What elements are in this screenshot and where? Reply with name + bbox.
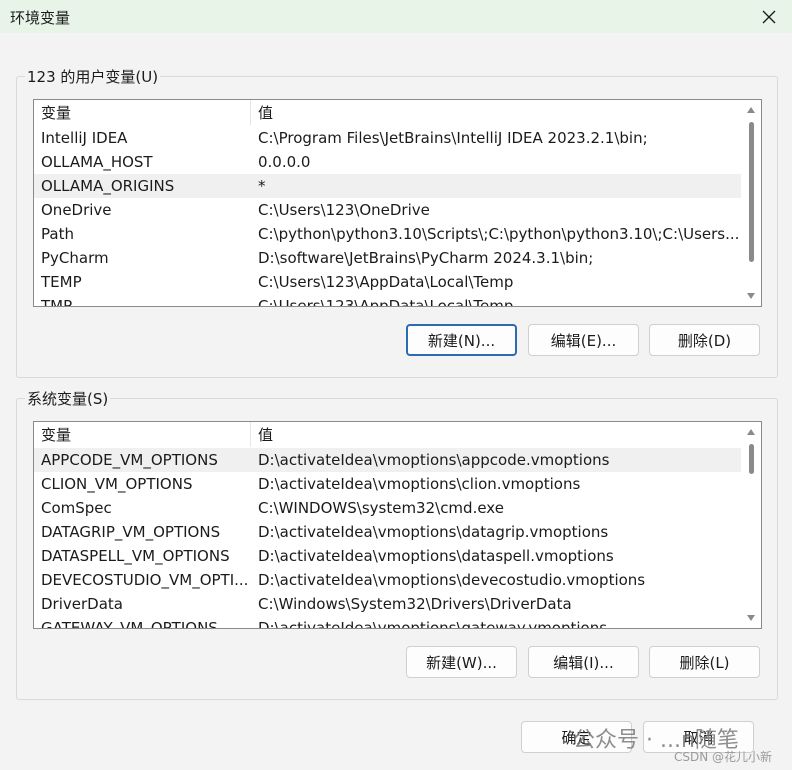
- table-row[interactable]: TEMP C:\Users\123\AppData\Local\Temp: [34, 270, 741, 294]
- table-row[interactable]: Path C:\python\python3.10\Scripts\;C:\pyt…: [34, 222, 741, 246]
- system-variables-group: 系统变量(S) 变量 值 APPCODE_VM_OPTIONS D:\activa…: [16, 388, 778, 700]
- variable-value: 0.0.0.0: [258, 153, 311, 171]
- variable-value: D:\activateIdea\vmoptions\devecostudio.v…: [258, 571, 646, 589]
- caret-down-icon: [747, 293, 755, 299]
- scroll-down-arrow[interactable]: [746, 614, 756, 622]
- watermark-subtext: CSDN @花儿小新: [674, 750, 773, 764]
- scroll-up-arrow[interactable]: [746, 428, 756, 436]
- caret-up-icon: [747, 429, 755, 435]
- variable-value: D:\activateIdea\vmoptions\appcode.vmopti…: [258, 451, 610, 469]
- scroll-up-arrow[interactable]: [746, 106, 756, 114]
- window-title: 环境变量: [10, 9, 71, 27]
- variable-value: D:\software\JetBrains\PyCharm 2024.3.1\b…: [258, 249, 594, 267]
- scroll-down-arrow[interactable]: [746, 292, 756, 300]
- variable-name: GATEWAY_VM_OPTIONS: [41, 619, 218, 628]
- variable-name: DEVECOSTUDIO_VM_OPTI...: [41, 571, 249, 589]
- variable-name: IntelliJ IDEA: [41, 129, 128, 147]
- variable-value: D:\activateIdea\vmoptions\gateway.vmopti…: [258, 619, 608, 628]
- variable-name: CLION_VM_OPTIONS: [41, 475, 193, 493]
- table-row[interactable]: PyCharm D:\software\JetBrains\PyCharm 202…: [34, 246, 741, 270]
- table-row[interactable]: DATAGRIP_VM_OPTIONS D:\activateIdea\vmopt…: [34, 520, 741, 544]
- variable-name: OneDrive: [41, 201, 112, 219]
- variable-value: C:\Users\123\AppData\Local\Temp: [258, 273, 514, 291]
- variable-value: C:\Users\123\AppData\Local\Temp: [258, 297, 514, 306]
- system-variables-label: 系统变量(S): [25, 388, 111, 409]
- table-row[interactable]: DEVECOSTUDIO_VM_OPTI... D:\activateIdea\v…: [34, 568, 741, 592]
- column-header-variable[interactable]: 变量: [34, 100, 251, 125]
- table-row[interactable]: DATASPELL_VM_OPTIONS D:\activateIdea\vmop…: [34, 544, 741, 568]
- table-row[interactable]: IntelliJ IDEA C:\Program Files\JetBrains\…: [34, 126, 741, 150]
- table-row[interactable]: CLION_VM_OPTIONS D:\activateIdea\vmoption…: [34, 472, 741, 496]
- variable-name: APPCODE_VM_OPTIONS: [41, 451, 218, 469]
- table-row[interactable]: TMP C:\Users\123\AppData\Local\Temp: [34, 294, 741, 306]
- table-row[interactable]: APPCODE_VM_OPTIONS D:\activateIdea\vmopti…: [34, 448, 741, 472]
- user-new-button[interactable]: 新建(N)...: [406, 324, 517, 356]
- variable-value: D:\activateIdea\vmoptions\clion.vmoption…: [258, 475, 581, 493]
- system-variables-scrollbar[interactable]: [741, 422, 761, 628]
- column-header-variable[interactable]: 变量: [34, 422, 251, 447]
- table-row[interactable]: DriverData C:\Windows\System32\Drivers\Dr…: [34, 592, 741, 616]
- variable-value: D:\activateIdea\vmoptions\dataspell.vmop…: [258, 547, 614, 565]
- user-variables-list[interactable]: 变量 值 IntelliJ IDEA C:\Program Files\JetBr…: [33, 99, 762, 307]
- variable-name: Path: [41, 225, 74, 243]
- table-row[interactable]: GATEWAY_VM_OPTIONS D:\activateIdea\vmopti…: [34, 616, 741, 628]
- user-delete-button[interactable]: 删除(D): [649, 324, 760, 356]
- variable-name: DriverData: [41, 595, 123, 613]
- table-row[interactable]: OneDrive C:\Users\123\OneDrive: [34, 198, 741, 222]
- table-row[interactable]: ComSpec C:\WINDOWS\system32\cmd.exe: [34, 496, 741, 520]
- caret-up-icon: [747, 107, 755, 113]
- system-delete-button[interactable]: 删除(L): [649, 646, 760, 678]
- variable-name: ComSpec: [41, 499, 112, 517]
- variable-value: C:\python\python3.10\Scripts\;C:\python\…: [258, 225, 740, 243]
- column-header-value[interactable]: 值: [251, 424, 273, 445]
- variable-value: C:\Program Files\JetBrains\IntelliJ IDEA…: [258, 129, 648, 147]
- user-variables-group: 123 的用户变量(U) 变量 值 IntelliJ IDEA C:\Progra…: [16, 66, 778, 378]
- variable-name: OLLAMA_ORIGINS: [41, 177, 175, 195]
- table-row[interactable]: OLLAMA_HOST 0.0.0.0: [34, 150, 741, 174]
- variable-value: C:\Windows\System32\Drivers\DriverData: [258, 595, 572, 613]
- variable-value: C:\WINDOWS\system32\cmd.exe: [258, 499, 504, 517]
- user-variables-rows: IntelliJ IDEA C:\Program Files\JetBrains\…: [34, 126, 741, 306]
- user-variables-label: 123 的用户变量(U): [25, 66, 161, 87]
- variable-name: TEMP: [41, 273, 82, 291]
- user-edit-button[interactable]: 编辑(E)...: [528, 324, 639, 356]
- list-header: 变量 值: [34, 422, 741, 447]
- scroll-thumb[interactable]: [749, 444, 754, 474]
- variable-name: DATAGRIP_VM_OPTIONS: [41, 523, 221, 541]
- close-button[interactable]: [746, 0, 792, 33]
- variable-value: D:\activateIdea\vmoptions\datagrip.vmopt…: [258, 523, 609, 541]
- system-variables-rows: APPCODE_VM_OPTIONS D:\activateIdea\vmopti…: [34, 448, 741, 628]
- variable-name: OLLAMA_HOST: [41, 153, 153, 171]
- table-row[interactable]: OLLAMA_ORIGINS *: [34, 174, 741, 198]
- user-variables-scrollbar[interactable]: [741, 100, 761, 306]
- variable-name: PyCharm: [41, 249, 109, 267]
- column-header-value[interactable]: 值: [251, 102, 273, 123]
- title-bar: 环境变量: [0, 0, 792, 33]
- variable-value: C:\Users\123\OneDrive: [258, 201, 430, 219]
- caret-down-icon: [747, 615, 755, 621]
- variable-name: DATASPELL_VM_OPTIONS: [41, 547, 230, 565]
- list-header: 变量 值: [34, 100, 741, 125]
- system-variables-list[interactable]: 变量 值 APPCODE_VM_OPTIONS D:\activateIdea\v…: [33, 421, 762, 629]
- scroll-thumb[interactable]: [749, 122, 754, 262]
- system-edit-button[interactable]: 编辑(I)...: [528, 646, 639, 678]
- system-new-button[interactable]: 新建(W)...: [406, 646, 517, 678]
- variable-value: *: [258, 177, 266, 195]
- close-icon: [762, 10, 776, 23]
- variable-name: TMP: [41, 297, 73, 306]
